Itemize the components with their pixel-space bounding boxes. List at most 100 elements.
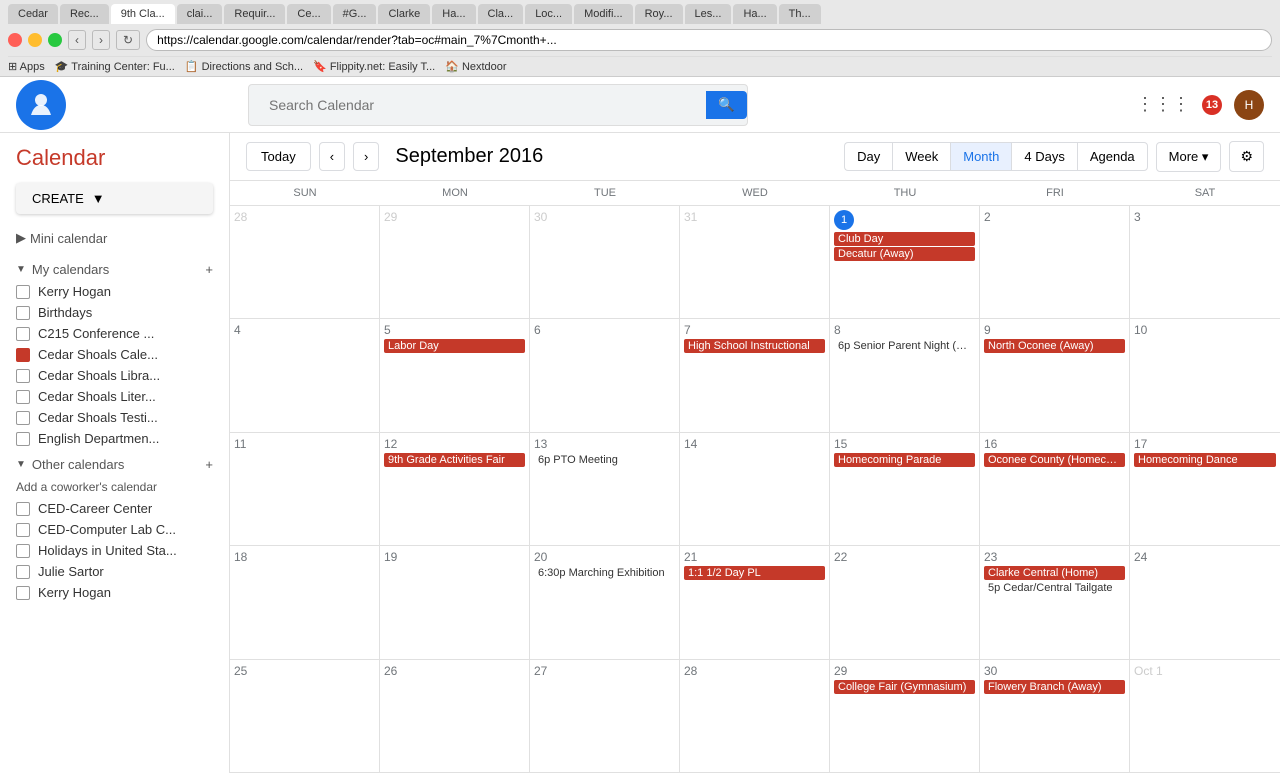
- cal-item-c215[interactable]: C215 Conference ...: [0, 323, 229, 344]
- next-month-button[interactable]: ›: [353, 142, 379, 171]
- day-9-sep[interactable]: 9 North Oconee (Away): [980, 319, 1130, 431]
- view-agenda-button[interactable]: Agenda: [1077, 142, 1148, 171]
- day-1-oct[interactable]: Oct 1: [1130, 660, 1280, 772]
- tab-mod[interactable]: Modifi...: [574, 4, 633, 24]
- cal-item-cedar-testi[interactable]: Cedar Shoals Testi...: [0, 407, 229, 428]
- day-21-sep[interactable]: 21 1:1 1/2 Day PL: [680, 546, 830, 658]
- day-8-sep[interactable]: 8 6p Senior Parent Night (The...: [830, 319, 980, 431]
- apps-grid-icon[interactable]: ⋮⋮⋮: [1136, 94, 1190, 115]
- event-9th-grade-fair[interactable]: 9th Grade Activities Fair: [384, 453, 525, 467]
- event-labor-day[interactable]: Labor Day: [384, 339, 525, 353]
- cal-item-kerry-hogan[interactable]: Kerry Hogan: [0, 281, 229, 302]
- day-10-sep[interactable]: 10: [1130, 319, 1280, 431]
- event-pto-meeting[interactable]: 6p PTO Meeting: [534, 453, 675, 467]
- close-btn[interactable]: [8, 33, 22, 47]
- bookmark-apps[interactable]: ⊞ Apps: [8, 60, 45, 73]
- cal-checkbox-holidays[interactable]: [16, 544, 30, 558]
- tab-clai[interactable]: clai...: [177, 4, 223, 24]
- cal-checkbox-kerry-hogan[interactable]: [16, 285, 30, 299]
- day-13-sep[interactable]: 13 6p PTO Meeting: [530, 433, 680, 545]
- cal-item-julie-sartor[interactable]: Julie Sartor: [0, 561, 229, 582]
- cal-checkbox-ced-career[interactable]: [16, 502, 30, 516]
- day-29-aug[interactable]: 29: [380, 206, 530, 318]
- tab-ce[interactable]: Ce...: [287, 4, 330, 24]
- cal-checkbox-kerry-hogan2[interactable]: [16, 586, 30, 600]
- cal-checkbox-english-dept[interactable]: [16, 432, 30, 446]
- view-week-button[interactable]: Week: [892, 142, 950, 171]
- bookmark-directions[interactable]: 📋 Directions and Sch...: [185, 60, 303, 73]
- view-month-button[interactable]: Month: [950, 142, 1011, 171]
- day-25-sep[interactable]: 25: [230, 660, 380, 772]
- tab-cedar[interactable]: Cedar: [8, 4, 58, 24]
- my-calendars-section[interactable]: ▼ My calendars +: [0, 254, 229, 281]
- tab-ha2[interactable]: Ha...: [733, 4, 776, 24]
- event-high-school-instructional[interactable]: High School Instructional: [684, 339, 825, 353]
- event-cedar-central-tailgate[interactable]: 5p Cedar/Central Tailgate: [984, 581, 1125, 595]
- cal-checkbox-cedar-testi[interactable]: [16, 411, 30, 425]
- day-28-sep[interactable]: 28: [680, 660, 830, 772]
- cal-checkbox-cedar-libra[interactable]: [16, 369, 30, 383]
- day-26-sep[interactable]: 26: [380, 660, 530, 772]
- search-input[interactable]: [261, 91, 702, 119]
- event-homecoming-dance[interactable]: Homecoming Dance: [1134, 453, 1276, 467]
- event-oconee-county-homec[interactable]: Oconee County (Homeco...: [984, 453, 1125, 467]
- tab-rec[interactable]: Rec...: [60, 4, 109, 24]
- tab-req[interactable]: Requir...: [224, 4, 285, 24]
- back-btn[interactable]: ‹: [68, 30, 86, 50]
- day-4-sep[interactable]: 4: [230, 319, 380, 431]
- day-24-sep[interactable]: 24: [1130, 546, 1280, 658]
- mini-calendar-header[interactable]: ▶ Mini calendar: [0, 230, 229, 246]
- tab-loc[interactable]: Loc...: [525, 4, 572, 24]
- day-2-sep[interactable]: 2: [980, 206, 1130, 318]
- tab-roy[interactable]: Roy...: [635, 4, 683, 24]
- day-11-sep[interactable]: 11: [230, 433, 380, 545]
- day-29-sep[interactable]: 29 College Fair (Gymnasium): [830, 660, 980, 772]
- forward-btn[interactable]: ›: [92, 30, 110, 50]
- view-day-button[interactable]: Day: [844, 142, 892, 171]
- day-20-sep[interactable]: 20 6:30p Marching Exhibition: [530, 546, 680, 658]
- tab-cla2[interactable]: Cla...: [478, 4, 524, 24]
- day-16-sep[interactable]: 16 Oconee County (Homeco...: [980, 433, 1130, 545]
- day-5-sep[interactable]: 5 Labor Day: [380, 319, 530, 431]
- tab-ha[interactable]: Ha...: [432, 4, 475, 24]
- event-clarke-central-home[interactable]: Clarke Central (Home): [984, 566, 1125, 580]
- cal-item-cedar-liter[interactable]: Cedar Shoals Liter...: [0, 386, 229, 407]
- cal-checkbox-ced-computer[interactable]: [16, 523, 30, 537]
- settings-button[interactable]: ⚙: [1229, 141, 1264, 172]
- event-decatur-away[interactable]: Decatur (Away): [834, 247, 975, 261]
- add-coworker-link[interactable]: Add a coworker's calendar: [0, 476, 229, 498]
- day-19-sep[interactable]: 19: [380, 546, 530, 658]
- day-14-sep[interactable]: 14: [680, 433, 830, 545]
- cal-item-holidays[interactable]: Holidays in United Sta...: [0, 540, 229, 561]
- event-senior-parent-night[interactable]: 6p Senior Parent Night (The...: [834, 339, 975, 353]
- notification-badge[interactable]: 13: [1202, 95, 1222, 115]
- day-31-aug[interactable]: 31: [680, 206, 830, 318]
- tab-g[interactable]: #G...: [333, 4, 377, 24]
- prev-month-button[interactable]: ‹: [319, 142, 345, 171]
- day-17-sep[interactable]: 17 Homecoming Dance: [1130, 433, 1280, 545]
- event-college-fair[interactable]: College Fair (Gymnasium): [834, 680, 975, 694]
- event-half-day-pl[interactable]: 1:1 1/2 Day PL: [684, 566, 825, 580]
- cal-item-cedar-shoals-cale[interactable]: Cedar Shoals Cale...: [0, 344, 229, 365]
- event-north-oconee-away[interactable]: North Oconee (Away): [984, 339, 1125, 353]
- avatar[interactable]: H: [1234, 90, 1264, 120]
- day-1-sep[interactable]: 1 Club Day Decatur (Away): [830, 206, 980, 318]
- view-4days-button[interactable]: 4 Days: [1011, 142, 1076, 171]
- day-27-sep[interactable]: 27: [530, 660, 680, 772]
- today-button[interactable]: Today: [246, 142, 311, 171]
- cal-checkbox-julie-sartor[interactable]: [16, 565, 30, 579]
- day-12-sep[interactable]: 12 9th Grade Activities Fair: [380, 433, 530, 545]
- cal-item-kerry-hogan2[interactable]: Kerry Hogan: [0, 582, 229, 603]
- cal-item-ced-career[interactable]: CED-Career Center: [0, 498, 229, 519]
- day-7-sep[interactable]: 7 High School Instructional: [680, 319, 830, 431]
- search-button[interactable]: 🔍: [706, 91, 747, 119]
- day-6-sep[interactable]: 6: [530, 319, 680, 431]
- cal-checkbox-cedar-shoals-cale[interactable]: [16, 348, 30, 362]
- cal-item-birthdays[interactable]: Birthdays: [0, 302, 229, 323]
- tab-clarke[interactable]: Clarke: [378, 4, 430, 24]
- event-flowery-branch-away[interactable]: Flowery Branch (Away): [984, 680, 1125, 694]
- cal-checkbox-cedar-liter[interactable]: [16, 390, 30, 404]
- day-28-aug[interactable]: 28: [230, 206, 380, 318]
- my-calendars-add-icon[interactable]: +: [205, 262, 213, 277]
- event-marching-exhibition[interactable]: 6:30p Marching Exhibition: [534, 566, 675, 580]
